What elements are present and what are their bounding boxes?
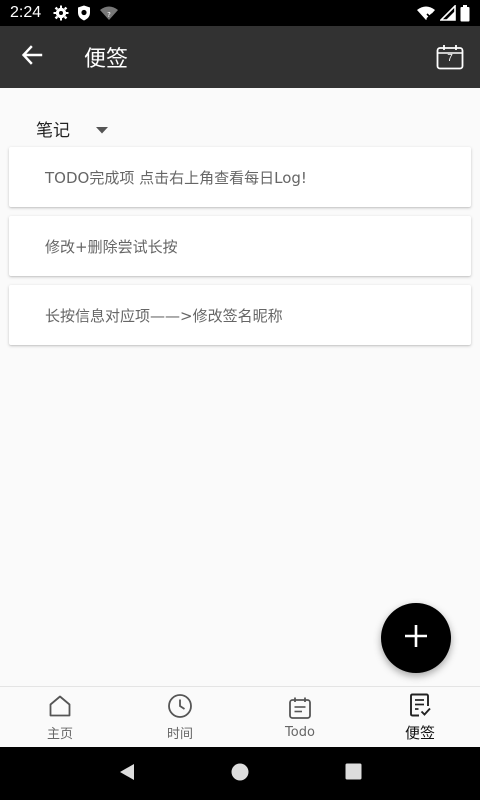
notes-content: 笔记 TODO完成项 点击右上角查看每日Log! 修改+删除尝试长按 长按信息对… bbox=[0, 88, 480, 686]
note-text: TODO完成项 点击右上角查看每日Log! bbox=[45, 168, 307, 187]
clock-icon bbox=[167, 692, 193, 720]
nav-label: 时间 bbox=[166, 727, 193, 742]
page-title: 便签 bbox=[84, 47, 129, 72]
note-text: 长按信息对应项——>修改签名昵称 bbox=[45, 306, 283, 325]
calendar-button[interactable]: 7 bbox=[420, 26, 480, 88]
signal-icon bbox=[440, 5, 456, 21]
system-home-button[interactable] bbox=[220, 754, 260, 794]
back-button[interactable] bbox=[0, 26, 64, 88]
category-selected: 笔记 bbox=[36, 121, 70, 141]
gear-icon bbox=[53, 5, 69, 21]
wifi-question-icon: ? bbox=[99, 5, 119, 21]
square-recents-icon bbox=[345, 763, 362, 784]
caret-down-icon bbox=[96, 119, 108, 138]
nav-item-notes[interactable]: 便签 bbox=[360, 687, 480, 747]
plus-icon bbox=[404, 624, 428, 652]
app-bar: 便签 7 bbox=[0, 26, 480, 88]
nav-item-home[interactable]: 主页 bbox=[0, 687, 120, 747]
note-icon bbox=[408, 691, 432, 719]
circle-home-icon bbox=[231, 763, 249, 785]
status-left-icons: ? bbox=[53, 5, 119, 21]
status-bar: 2:24 ? bbox=[0, 0, 480, 26]
nav-label: 便签 bbox=[404, 724, 435, 742]
system-recents-button[interactable] bbox=[333, 754, 373, 794]
status-time: 2:24 bbox=[10, 4, 42, 21]
arrow-left-icon bbox=[21, 44, 43, 70]
nav-label: 主页 bbox=[46, 727, 73, 742]
status-right-icons bbox=[416, 4, 470, 22]
calendar-icon: 7 bbox=[436, 44, 464, 70]
system-back-button[interactable] bbox=[107, 754, 147, 794]
bottom-navigation: 主页 时间 Todo 便签 bbox=[0, 686, 480, 747]
note-card[interactable]: 修改+删除尝试长按 bbox=[9, 216, 471, 276]
nav-item-time[interactable]: 时间 bbox=[120, 687, 240, 747]
category-dropdown[interactable]: 笔记 bbox=[36, 116, 108, 141]
triangle-back-icon bbox=[118, 763, 136, 785]
system-navigation-bar bbox=[0, 747, 480, 800]
note-card[interactable]: 长按信息对应项——>修改签名昵称 bbox=[9, 285, 471, 345]
svg-text:?: ? bbox=[107, 11, 111, 19]
add-note-button[interactable] bbox=[381, 603, 451, 673]
shield-icon bbox=[77, 5, 91, 21]
home-icon bbox=[48, 692, 72, 720]
calendar-day: 7 bbox=[447, 53, 453, 64]
wifi-off-icon bbox=[416, 5, 436, 21]
nav-label: Todo bbox=[285, 725, 315, 740]
todo-icon bbox=[288, 694, 312, 722]
battery-icon bbox=[460, 4, 470, 22]
note-card[interactable]: TODO完成项 点击右上角查看每日Log! bbox=[9, 147, 471, 207]
note-text: 修改+删除尝试长按 bbox=[45, 237, 178, 256]
nav-item-todo[interactable]: Todo bbox=[240, 687, 360, 747]
